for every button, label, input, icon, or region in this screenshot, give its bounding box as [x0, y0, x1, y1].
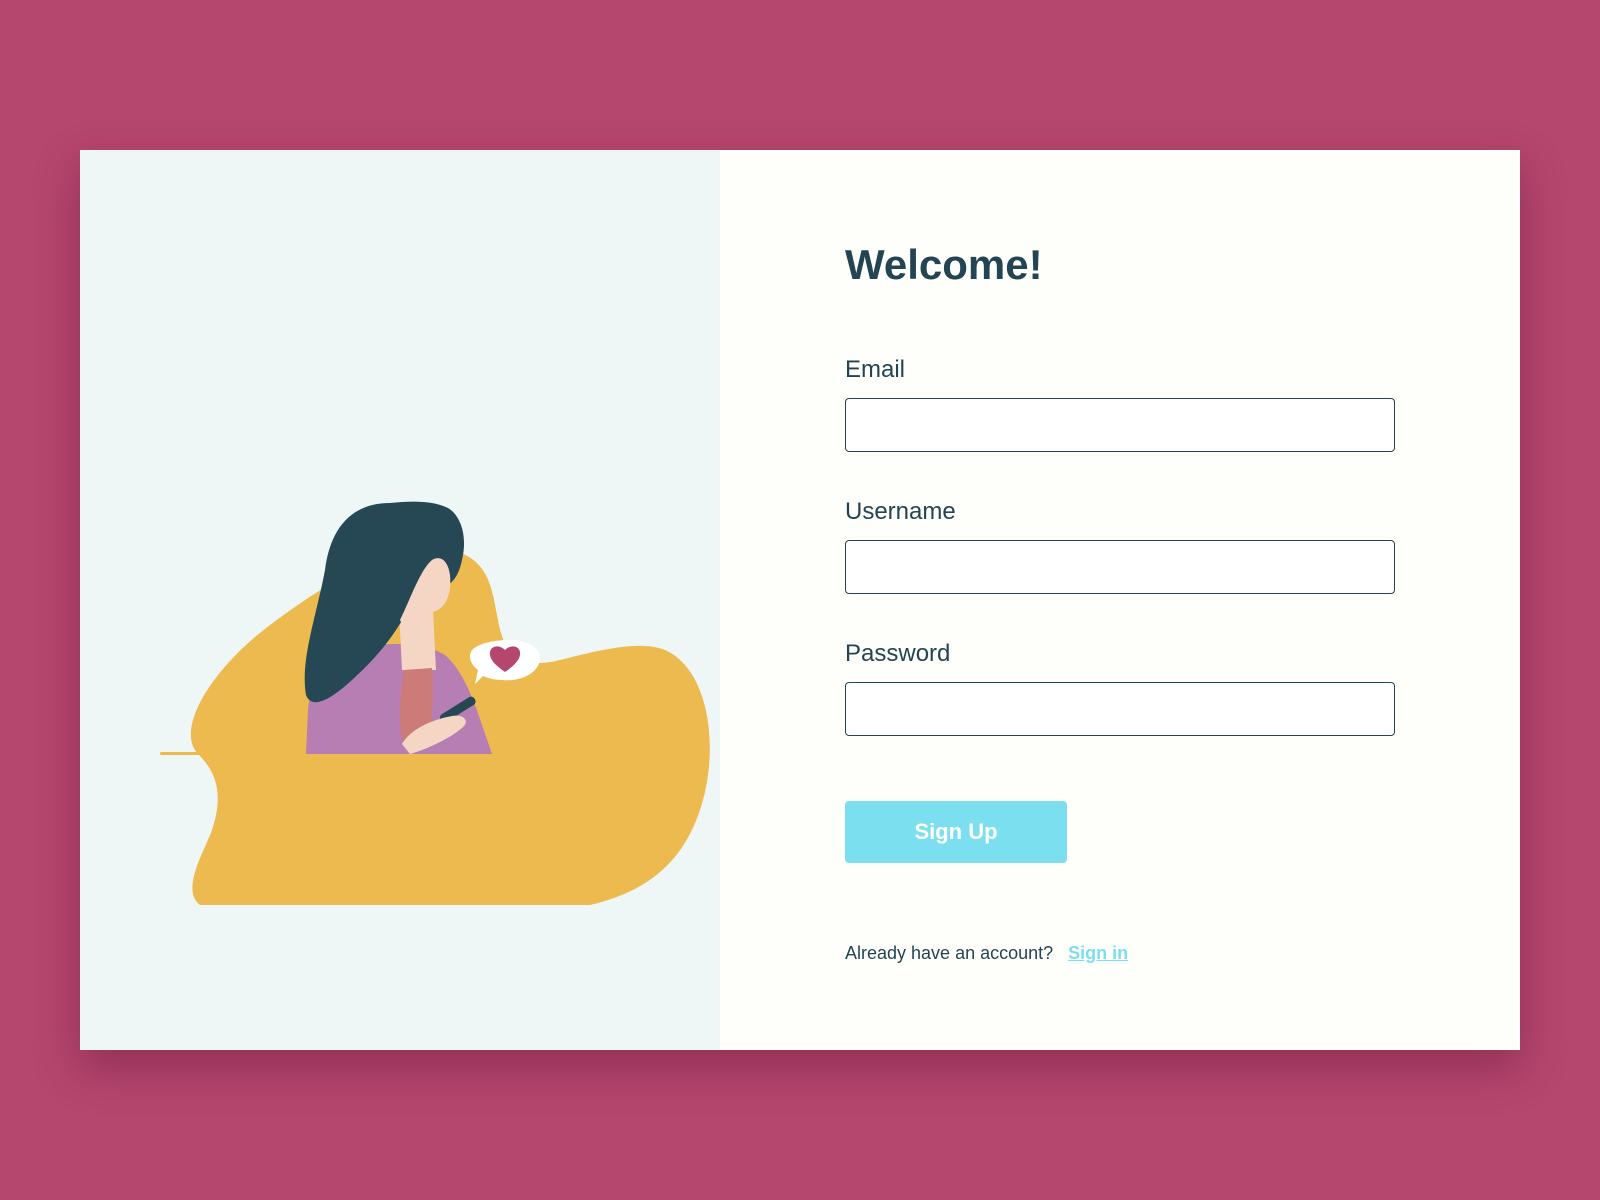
sign-in-prompt-text: Already have an account?	[845, 943, 1054, 963]
password-label: Password	[845, 640, 951, 667]
username-field[interactable]	[845, 540, 1395, 594]
illustration-panel	[80, 150, 720, 1050]
sign-in-prompt: Already have an account? Sign in	[845, 944, 1128, 962]
username-label: Username	[845, 498, 956, 525]
password-field[interactable]	[845, 682, 1395, 736]
sign-up-button[interactable]: Sign Up	[845, 801, 1067, 863]
email-field[interactable]	[845, 398, 1395, 452]
signup-card: Welcome! Email Username Password Sign Up…	[80, 150, 1520, 1050]
signup-form: Welcome! Email Username Password Sign Up…	[720, 150, 1520, 1050]
email-label: Email	[845, 356, 906, 383]
sign-in-link[interactable]: Sign in	[1068, 943, 1128, 963]
page-title: Welcome!	[845, 241, 1043, 288]
woman-illustration	[160, 501, 710, 905]
